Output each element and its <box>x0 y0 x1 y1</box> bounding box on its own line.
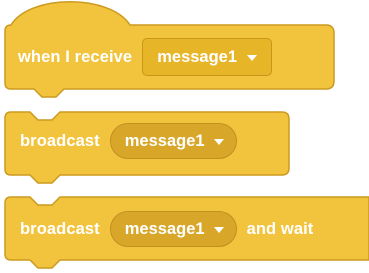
message-dropdown[interactable]: message1 <box>142 38 273 76</box>
and-wait-label: and wait <box>246 219 314 238</box>
broadcast-label: broadcast <box>20 219 100 238</box>
broadcast-label: broadcast <box>20 131 100 150</box>
broadcast-block[interactable]: broadcast message1 <box>0 110 369 185</box>
message-dropdown[interactable]: message1 <box>109 211 237 247</box>
caret-down-icon <box>247 54 258 61</box>
message-dropdown-value: message1 <box>157 47 238 66</box>
message-dropdown[interactable]: message1 <box>109 123 237 159</box>
caret-down-icon <box>213 138 224 145</box>
message-dropdown-value: message1 <box>124 131 205 150</box>
caret-down-icon <box>213 226 224 233</box>
message-dropdown-value: message1 <box>124 219 205 238</box>
when-i-receive-label: when I receive <box>18 47 133 66</box>
when-i-receive-hat-block[interactable]: when I receive message1 <box>0 0 369 100</box>
broadcast-and-wait-block[interactable]: broadcast message1 and wait <box>0 195 369 273</box>
